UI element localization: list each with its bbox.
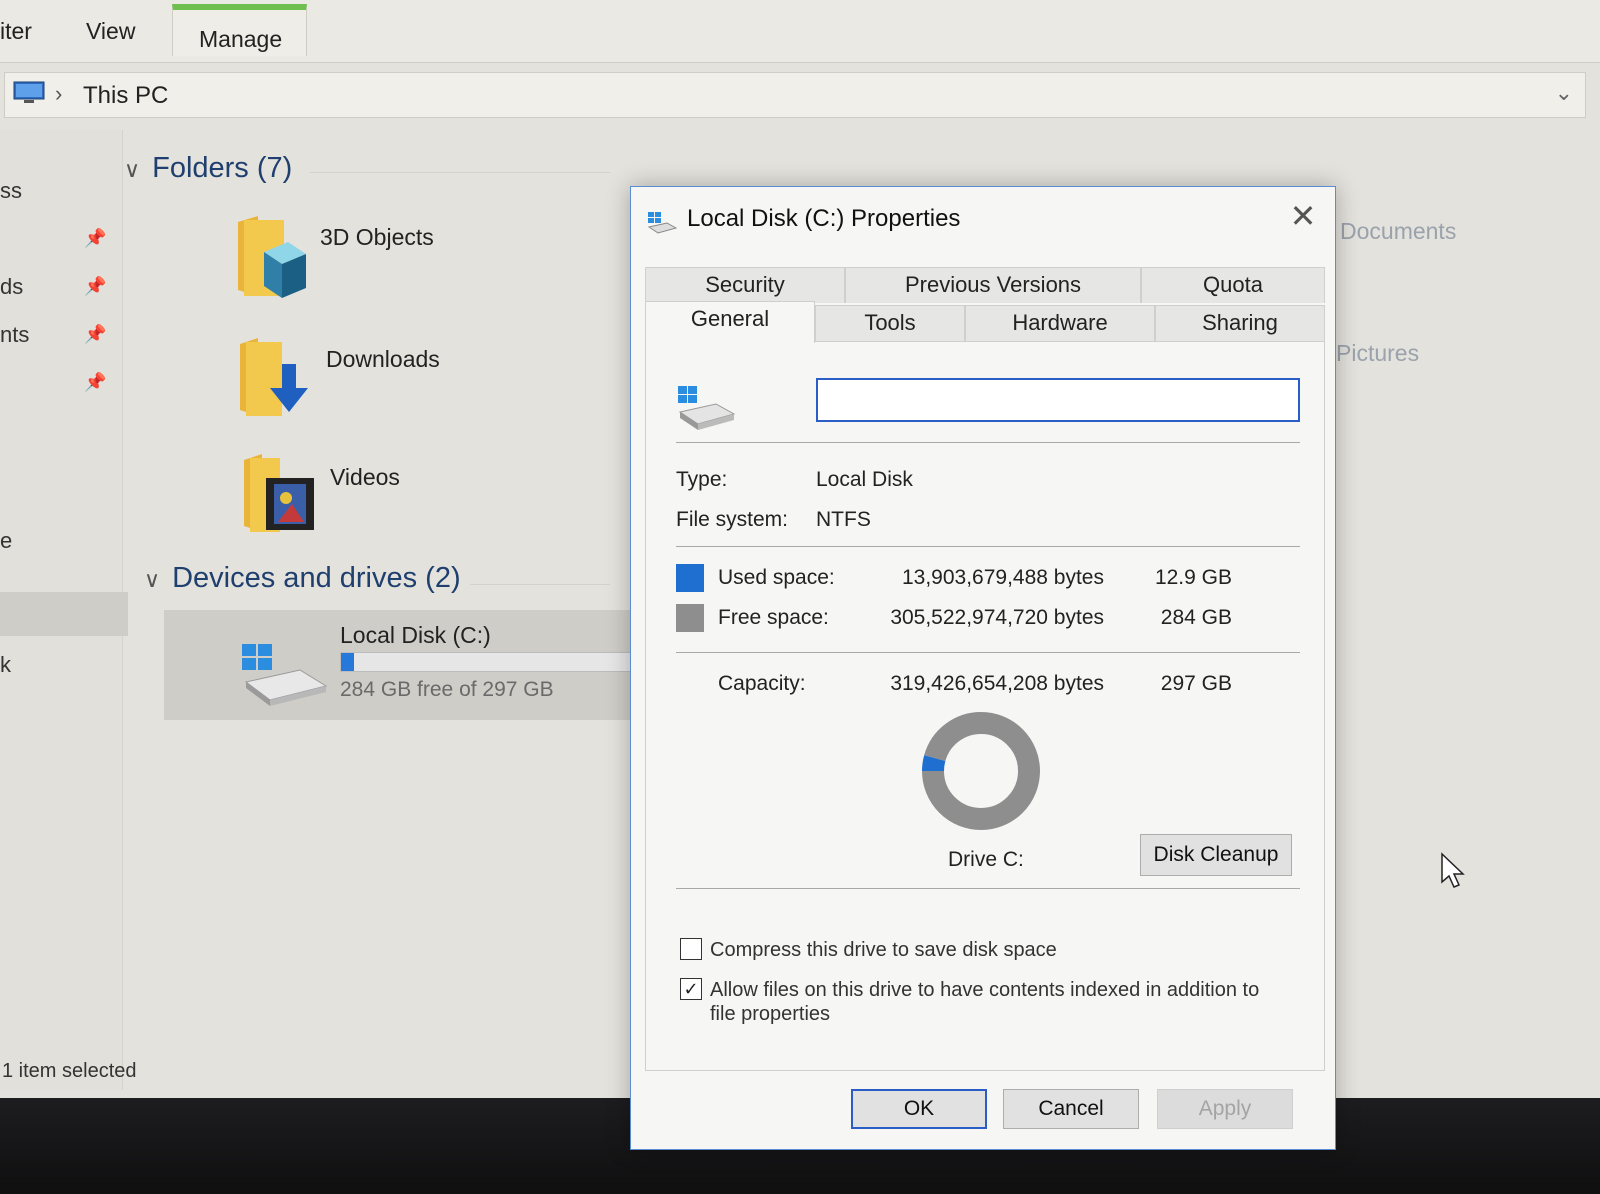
capacity-bytes: 319,426,654,208 bytes bbox=[890, 672, 1104, 695]
disk-cleanup-button[interactable]: Disk Cleanup bbox=[1140, 834, 1292, 876]
breadcrumb-separator: › bbox=[55, 81, 63, 106]
drive-usage-fill bbox=[341, 653, 354, 671]
general-tab-panel: Type: Local Disk File system: NTFS Used … bbox=[645, 341, 1325, 1071]
type-label: Type: bbox=[676, 468, 728, 491]
apply-button[interactable]: Apply bbox=[1157, 1089, 1293, 1129]
nav-item-partial[interactable]: e bbox=[0, 528, 12, 554]
pin-icon: 📌 bbox=[84, 324, 107, 344]
folders-section-header[interactable]: ∨ Folders (7) bbox=[124, 152, 292, 185]
devices-section-header[interactable]: ∨ Devices and drives (2) bbox=[144, 562, 461, 595]
tab-previous-versions[interactable]: Previous Versions bbox=[845, 267, 1141, 303]
used-space-swatch bbox=[676, 564, 704, 592]
free-space-slice bbox=[922, 712, 1040, 830]
disk-usage-donut-chart bbox=[922, 712, 1040, 830]
free-space-label: Free space: bbox=[718, 606, 829, 629]
volume-name-input[interactable] bbox=[816, 378, 1300, 422]
drive-usage-bar bbox=[340, 652, 642, 672]
drive-title-icon bbox=[647, 212, 677, 234]
cancel-button[interactable]: Cancel bbox=[1003, 1089, 1139, 1129]
status-bar-text: 1 item selected bbox=[2, 1060, 137, 1082]
nav-item-partial-2[interactable]: k bbox=[0, 652, 11, 678]
drive-c-label: Drive C: bbox=[948, 848, 1024, 871]
address-bar[interactable]: › This PC ⌄ bbox=[4, 72, 1586, 118]
pin-icon: 📌 bbox=[84, 276, 107, 296]
drive-name: Local Disk (C:) bbox=[340, 622, 491, 648]
free-space-swatch bbox=[676, 604, 704, 632]
tab-general[interactable]: General bbox=[645, 301, 815, 343]
index-label-line2: file properties bbox=[710, 1003, 831, 1025]
pin-icon: 📌 bbox=[84, 228, 107, 248]
ribbon-tab-view[interactable]: View bbox=[86, 18, 135, 45]
chevron-down-icon: ∨ bbox=[124, 157, 141, 182]
tab-tools[interactable]: Tools bbox=[815, 305, 965, 341]
free-space-size: 284 GB bbox=[1160, 606, 1232, 629]
folder-label-pictures[interactable]: Pictures bbox=[1336, 340, 1419, 367]
mouse-cursor-icon bbox=[1441, 852, 1465, 888]
this-pc-icon bbox=[13, 81, 45, 103]
tab-sharing[interactable]: Sharing bbox=[1155, 305, 1325, 341]
folder-label: Downloads bbox=[326, 346, 440, 372]
nav-item-quick-access[interactable]: ss bbox=[0, 178, 22, 204]
divider bbox=[676, 546, 1300, 547]
ribbon-tab-computer[interactable]: iter bbox=[0, 18, 32, 45]
navigation-pane: ss ds nts e k 📌 📌 📌 📌 bbox=[0, 130, 128, 1090]
file-system-label: File system: bbox=[676, 508, 789, 531]
ribbon-tab-manage[interactable]: Manage bbox=[172, 4, 308, 56]
downloads-folder-icon bbox=[240, 338, 308, 416]
videos-folder-icon bbox=[244, 454, 314, 532]
folder-label-documents[interactable]: Documents bbox=[1340, 218, 1456, 245]
folder-label: Videos bbox=[330, 464, 400, 490]
nav-item-downloads[interactable]: ds bbox=[0, 274, 23, 300]
capacity-label: Capacity: bbox=[718, 672, 806, 695]
index-label-line1: Allow files on this drive to have conten… bbox=[710, 979, 1260, 1001]
divider bbox=[676, 652, 1300, 653]
address-dropdown-icon[interactable]: ⌄ bbox=[1555, 80, 1573, 106]
used-space-label: Used space: bbox=[718, 566, 835, 589]
compress-label: Compress this drive to save disk space bbox=[710, 939, 1057, 961]
free-space-bytes: 305,522,974,720 bytes bbox=[890, 606, 1104, 629]
ribbon: iter View Manage bbox=[0, 0, 1600, 63]
tab-hardware[interactable]: Hardware bbox=[965, 305, 1155, 341]
capacity-size: 297 GB bbox=[1160, 672, 1232, 695]
properties-dialog: Local Disk (C:) Properties ✕ Security Pr… bbox=[630, 186, 1336, 1150]
type-value: Local Disk bbox=[816, 468, 913, 491]
section-divider bbox=[470, 584, 610, 585]
nav-item-documents[interactable]: nts bbox=[0, 322, 29, 348]
close-icon[interactable]: ✕ bbox=[1285, 197, 1321, 235]
used-space-size: 12.9 GB bbox=[1154, 566, 1232, 589]
used-space-bytes: 13,903,679,488 bytes bbox=[901, 566, 1104, 589]
file-system-value: NTFS bbox=[816, 508, 871, 531]
drive-tile-local-disk-c[interactable]: Local Disk (C:) 284 GB free of 297 GB bbox=[164, 610, 642, 720]
index-checkbox[interactable]: ✓ bbox=[680, 978, 702, 1000]
ok-button[interactable]: OK bbox=[851, 1089, 987, 1129]
folder-label: 3D Objects bbox=[320, 224, 434, 250]
local-disk-icon bbox=[678, 386, 736, 430]
pin-icon: 📌 bbox=[84, 372, 107, 392]
divider bbox=[676, 888, 1300, 889]
tab-security[interactable]: Security bbox=[645, 267, 845, 303]
drive-free-text: 284 GB free of 297 GB bbox=[340, 678, 554, 701]
nav-selected-highlight bbox=[0, 592, 128, 636]
chevron-down-icon: ∨ bbox=[144, 567, 161, 592]
dialog-title: Local Disk (C:) Properties bbox=[687, 205, 961, 232]
3d-objects-folder-icon bbox=[238, 216, 306, 298]
compress-checkbox[interactable] bbox=[680, 938, 702, 960]
breadcrumb-this-pc[interactable]: This PC bbox=[83, 82, 168, 110]
local-disk-icon bbox=[242, 644, 328, 706]
tab-quota[interactable]: Quota bbox=[1141, 267, 1325, 303]
section-divider bbox=[310, 172, 610, 173]
divider bbox=[676, 442, 1300, 443]
